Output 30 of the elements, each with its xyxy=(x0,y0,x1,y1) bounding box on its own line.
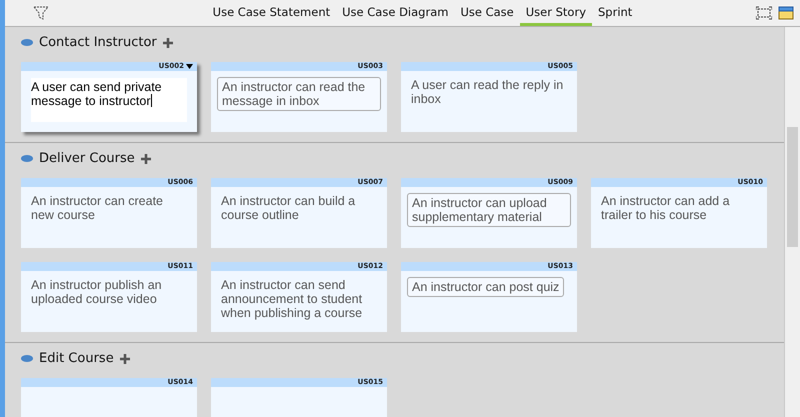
story-text-field[interactable]: A user can send private message to instructor xyxy=(31,78,187,122)
add-icon[interactable] xyxy=(140,154,151,164)
add-icon[interactable] xyxy=(120,354,130,364)
story-text: An instructor can upload supplementary material xyxy=(407,193,571,227)
ellipse-icon xyxy=(21,155,33,162)
filter-icon[interactable] xyxy=(33,5,49,21)
add-icon[interactable] xyxy=(162,38,173,48)
view-tab[interactable]: Use Case Statement xyxy=(206,0,336,26)
story-text: An instructor can create new course xyxy=(31,194,164,222)
story-text: A user can read the reply in inbox xyxy=(411,78,564,106)
story-text: An instructor can post quiz xyxy=(407,277,564,297)
ellipse-icon xyxy=(21,39,33,46)
view-tab[interactable]: Use Case Diagram xyxy=(336,0,454,26)
group-title: Deliver Course xyxy=(39,151,135,166)
story-text: An instructor publish an uploaded course video xyxy=(31,278,163,306)
dropdown-caret-icon[interactable] xyxy=(186,64,193,69)
story-text: An instructor can build a course outline xyxy=(221,194,356,222)
story-text: An instructor can read the message in inbox xyxy=(217,77,381,111)
group-title: Edit Course xyxy=(39,351,114,366)
view-tab[interactable]: User Story xyxy=(520,0,592,26)
text-cursor xyxy=(150,94,152,107)
fit-to-window-icon[interactable] xyxy=(756,6,772,20)
window-icon[interactable] xyxy=(778,5,794,21)
scrollbar-thumb[interactable] xyxy=(787,127,798,247)
view-tab[interactable]: Sprint xyxy=(592,0,638,26)
group-title: Contact Instructor xyxy=(39,35,157,50)
story-text: An instructor can send announcement to student when publishing a course xyxy=(221,278,364,320)
ellipse-icon xyxy=(21,355,33,362)
view-tab[interactable]: Use Case xyxy=(454,0,520,26)
story-text: An instructor can add a trailer to his course xyxy=(601,194,731,222)
